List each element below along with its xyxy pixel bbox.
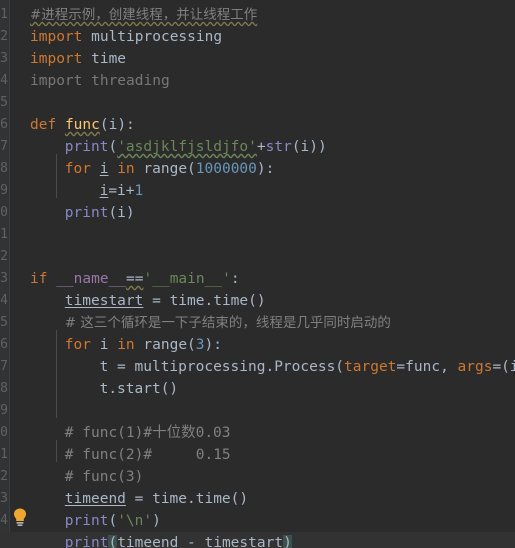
code-token: (i)) [291,139,327,155]
code-token: __name__ [56,271,127,287]
code-line[interactable]: print(i) [0,202,515,224]
code-token: '\n' [117,513,153,529]
code-line[interactable]: import threading [0,70,515,92]
code-token: in [117,337,135,353]
code-token: = time.time() [125,491,249,507]
code-token: t.start() [99,381,179,397]
code-token: for [64,337,91,353]
code-token: + [256,139,266,155]
code-line[interactable]: timestart = time.time() [0,290,515,312]
code-line[interactable]: #进程示例，创建线程，并让线程工作 [0,4,515,26]
code-line[interactable]: import time [0,48,515,70]
code-token: ) [152,513,161,529]
code-line[interactable]: print('\n') [0,510,515,532]
code-token: =i+ [108,183,135,199]
code-token: '__main__' [143,271,231,287]
indent-guide [56,440,57,462]
code-token: args [457,359,493,375]
code-token: if [30,271,48,287]
code-line[interactable]: t.start() [0,378,515,400]
code-token: print [64,535,109,548]
code-token: #进程示例，创建线程，并让线程工作 [30,7,258,23]
code-line[interactable]: if __name__=='__main__': [0,268,515,290]
code-token: multiprocessing [82,29,223,45]
code-token: import threading [30,73,170,89]
code-token: time [82,51,127,67]
code-editor[interactable]: 1234567891011121314151617181920212223242… [0,0,515,548]
code-token: print [64,139,109,155]
code-token: # 这三个循环是一下子结束的，线程是几乎同时启动的 [64,315,391,331]
code-token: import [30,51,83,67]
code-line-current[interactable]: print(timeend - timestart) [0,532,515,548]
code-token: print [64,205,109,221]
code-token: range( [134,161,196,177]
code-token: == [126,271,144,287]
code-token: ): [204,337,222,353]
code-line[interactable] [0,246,515,268]
code-line[interactable]: timeend = time.time() [0,488,515,510]
code-line[interactable]: t = multiprocessing.Process(target=func,… [0,356,515,378]
code-token: : [230,271,240,287]
code-token: (i) [108,205,135,221]
code-token: ( [108,513,118,529]
code-token: 'asdjklfjsldjfo' [117,139,257,155]
code-token: ): [256,161,275,177]
code-token: = time.time() [143,293,266,309]
code-token: ) [283,535,292,548]
code-token: 3 [195,337,205,353]
code-token: i [91,337,118,353]
indent-guide [56,330,57,418]
code-line[interactable]: # func(3) [0,466,515,488]
code-line[interactable] [0,400,515,422]
code-line[interactable]: # func(1)#十位数0.03 [0,422,515,444]
code-line[interactable]: import multiprocessing [0,26,515,48]
code-token: timeend - timestart [117,535,284,548]
code-token: ( [108,535,118,548]
code-line[interactable]: print('asdjklfjsldjfo'+str(i)) [0,136,515,158]
code-token: =(i,)) [492,359,515,375]
code-token: # func(3) [64,469,144,485]
code-token: (i): [99,117,135,133]
code-line[interactable]: for i in range(1000000): [0,158,515,180]
code-token: 1 [134,183,144,199]
code-token: in [117,161,135,177]
code-line[interactable]: def func(i): [0,114,515,136]
code-token: import [30,29,83,45]
code-token: ( [108,139,118,155]
code-token: range( [134,337,196,353]
code-token: func [64,117,100,133]
code-token: print [64,513,109,529]
code-token: t = multiprocessing.Process( [99,359,345,375]
code-line[interactable]: i=i+1 [0,180,515,202]
indent-guide [56,154,57,198]
code-token: timeend [64,491,126,507]
code-line[interactable]: # func(2)# 0.15 [0,444,515,466]
code-line[interactable]: # 这三个循环是一下子结束的，线程是几乎同时启动的 [0,312,515,334]
code-token: str [265,139,292,155]
code-line[interactable] [0,224,515,246]
code-line[interactable] [0,92,515,114]
code-line[interactable]: for i in range(3): [0,334,515,356]
code-token: # func(2)# 0.15 [64,447,231,463]
code-token: target [344,359,397,375]
code-token: # func(1)#十位数0.03 [64,425,231,441]
code-content[interactable]: #进程示例，创建线程，并让线程工作 import multiprocessing i… [0,0,515,548]
code-token: timestart [64,293,144,309]
code-token: for [64,161,91,177]
code-token: 1000000 [195,161,257,177]
code-token: def [30,117,57,133]
code-token: =func, [396,359,458,375]
